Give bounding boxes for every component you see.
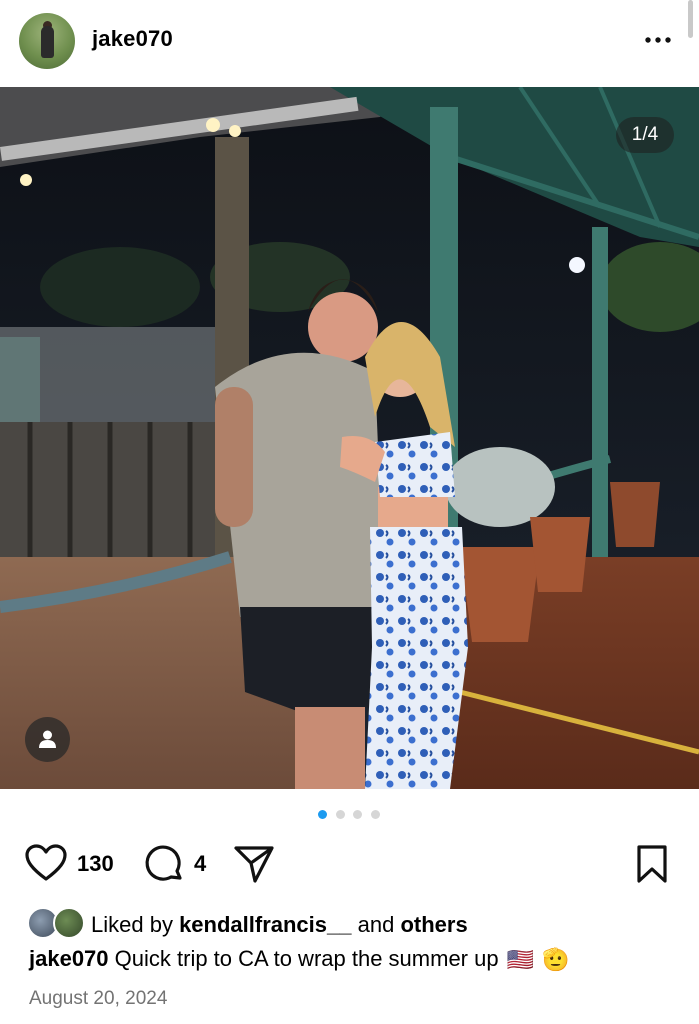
carousel-dot-2[interactable] xyxy=(336,810,345,819)
photo-illustration xyxy=(0,87,699,789)
like-count[interactable]: 130 xyxy=(77,851,114,877)
person-tag-icon xyxy=(39,730,56,748)
carousel-dots xyxy=(0,809,699,821)
post-date: August 20, 2024 xyxy=(29,988,168,1009)
us-flag-emoji: 🇺🇸 xyxy=(506,947,534,973)
carousel-dot-3[interactable] xyxy=(353,810,362,819)
send-icon xyxy=(234,846,274,883)
heart-icon xyxy=(25,844,67,881)
like-button[interactable] xyxy=(25,844,67,887)
tagged-people-button[interactable] xyxy=(25,717,70,762)
likes-prefix: Liked by xyxy=(91,912,180,937)
liker-avatar-2[interactable] xyxy=(53,907,85,939)
bookmark-icon xyxy=(637,845,667,883)
comment-button[interactable] xyxy=(144,844,184,889)
profile-avatar[interactable] xyxy=(19,13,75,69)
more-options-button[interactable] xyxy=(638,28,678,52)
scrollbar-thumb[interactable] xyxy=(688,0,693,38)
avatar-figure-body xyxy=(41,26,54,58)
carousel-dot-1[interactable] xyxy=(318,810,327,819)
caption-text: Quick trip to CA to wrap the summer up xyxy=(114,946,499,971)
salute-emoji: 🫡 xyxy=(542,947,570,973)
carousel-dot-4[interactable] xyxy=(371,810,380,819)
likes-and: and xyxy=(351,912,401,937)
save-button[interactable] xyxy=(635,844,669,889)
carousel-counter: 1/4 xyxy=(616,117,674,153)
comment-bubble-icon xyxy=(145,845,182,881)
share-button[interactable] xyxy=(233,844,275,889)
likes-text: Liked by kendallfrancis__ and others xyxy=(91,912,468,938)
more-horizontal-icon xyxy=(645,37,671,43)
likes-others-link[interactable]: others xyxy=(400,912,467,937)
post-caption: jake070 Quick trip to CA to wrap the sum… xyxy=(29,946,569,973)
post-photo[interactable]: 1/4 xyxy=(0,87,699,789)
likes-summary[interactable]: Liked by kendallfrancis__ and others xyxy=(0,903,699,941)
post-username[interactable]: jake070 xyxy=(92,26,173,52)
post-actions: 130 4 xyxy=(0,838,699,888)
post-header: jake070 xyxy=(0,0,699,86)
caption-username[interactable]: jake070 xyxy=(29,946,109,971)
liked-by-username[interactable]: kendallfrancis__ xyxy=(179,912,351,937)
comment-count[interactable]: 4 xyxy=(194,851,206,877)
